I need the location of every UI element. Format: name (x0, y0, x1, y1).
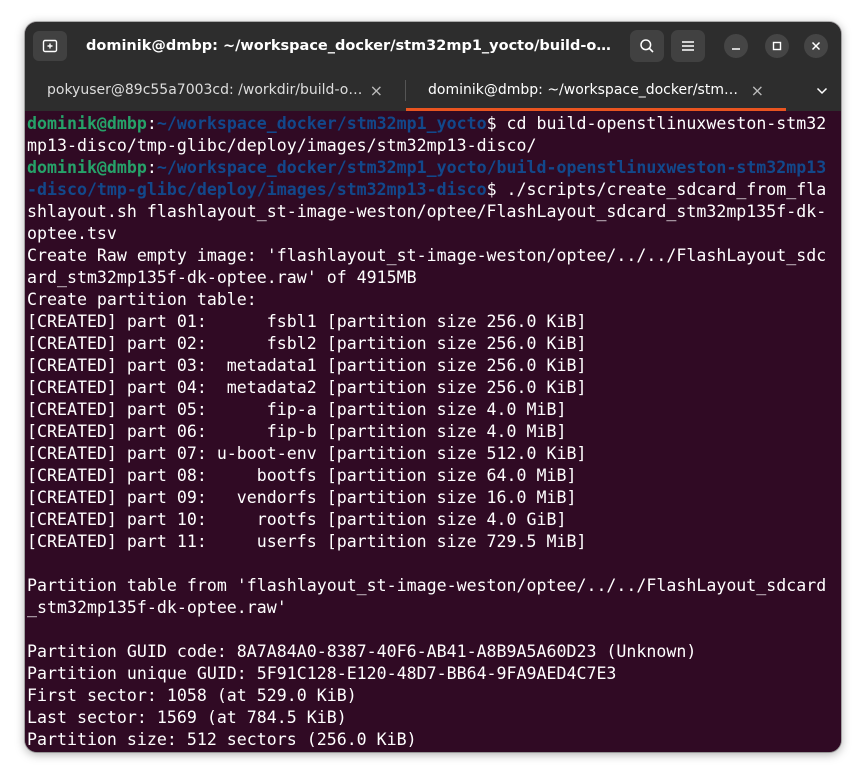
terminal-text: [CREATED] part 06: fip-b [partition size… (27, 422, 567, 441)
terminal-text: [CREATED] part 09: vendorfs [partition s… (27, 488, 577, 507)
tab-dominik[interactable]: dominik@dmbp: ~/workspace_docker/stm32mp… (406, 70, 786, 111)
window-title: dominik@dmbp: ~/workspace_docker/stm32mp… (86, 38, 616, 54)
terminal-line: Partition GUID code: 8A7A84A0-8387-40F6-… (27, 641, 841, 663)
terminal-line: Last sector: 1569 (at 784.5 KiB) (27, 707, 841, 729)
terminal-line: Create Raw empty image: 'flashlayout_st-… (27, 245, 841, 267)
terminal-line: Partition size: 512 sectors (256.0 KiB) (27, 729, 841, 751)
close-icon (811, 41, 821, 51)
terminal-text: [CREATED] part 02: fsbl2 [partition size… (27, 334, 587, 353)
terminal-text: [CREATED] part 01: fsbl1 [partition size… (27, 312, 587, 331)
terminal-text: : (146, 158, 157, 177)
terminal-text: mp13-disco/tmp-glibc/deploy/images/stm32… (27, 136, 537, 155)
terminal-window: dominik@dmbp: ~/workspace_docker/stm32mp… (25, 22, 841, 752)
terminal-line: [CREATED] part 10: rootfs [partition siz… (27, 509, 841, 531)
new-tab-button[interactable] (33, 31, 67, 61)
terminal-line: [CREATED] part 03: metadata1 [partition … (27, 355, 841, 377)
terminal-line: [CREATED] part 06: fip-b [partition size… (27, 421, 841, 443)
new-tab-icon (42, 39, 58, 53)
search-icon (640, 39, 654, 53)
terminal-text: optee.tsv (27, 224, 117, 243)
terminal-text: Last sector: 1569 (at 784.5 KiB) (27, 708, 347, 727)
terminal-line: First sector: 1058 (at 529.0 KiB) (27, 685, 841, 707)
header-bar: dominik@dmbp: ~/workspace_docker/stm32mp… (25, 22, 841, 70)
terminal-text: Partition table from 'flashlayout_st-ima… (27, 576, 827, 595)
terminal-output[interactable]: dominik@dmbp:~/workspace_docker/stm32mp1… (25, 111, 841, 752)
prompt-user: dominik@dmbp (27, 114, 147, 133)
terminal-text: $ ./scripts/create_sdcard_from_fla (486, 180, 827, 199)
prompt-path: ~/workspace_docker/stm32mp1_yocto (156, 114, 487, 133)
terminal-line: ard_stm32mp135f-dk-optee.raw' of 4915MB (27, 267, 841, 289)
terminal-line: dominik@dmbp:~/workspace_docker/stm32mp1… (27, 157, 841, 179)
terminal-line: [CREATED] part 09: vendorfs [partition s… (27, 487, 841, 509)
terminal-line: shlayout.sh flashlayout_st-image-weston/… (27, 201, 841, 223)
terminal-text: ard_stm32mp135f-dk-optee.raw' of 4915MB (27, 268, 417, 287)
terminal-line: [CREATED] part 07: u-boot-env [partition… (27, 443, 841, 465)
terminal-line: [CREATED] part 05: fip-a [partition size… (27, 399, 841, 421)
terminal-line: [CREATED] part 02: fsbl2 [partition size… (27, 333, 841, 355)
terminal-text: : (146, 114, 157, 133)
tab-close-button[interactable]: × (370, 70, 383, 111)
terminal-text: [CREATED] part 10: rootfs [partition siz… (27, 510, 567, 529)
tab-close-button[interactable]: × (751, 70, 764, 111)
tab-bar: pokyuser@89c55a7003cd: /workdir/build-op… (25, 70, 841, 111)
terminal-line: -disco/tmp-glibc/deploy/images/stm32mp13… (27, 179, 841, 201)
chevron-down-icon (816, 87, 828, 94)
terminal-text: [CREATED] part 07: u-boot-env [partition… (27, 444, 587, 463)
hamburger-menu-icon (682, 41, 694, 51)
terminal-text: [CREATED] part 05: fip-a [partition size… (27, 400, 567, 419)
tab-pokyuser[interactable]: pokyuser@89c55a7003cd: /workdir/build-op… (25, 70, 405, 111)
prompt-user: dominik@dmbp (27, 158, 147, 177)
terminal-text: Partition size: 512 sectors (256.0 KiB) (27, 730, 417, 749)
terminal-text: Create Raw empty image: 'flashlayout_st-… (27, 246, 827, 265)
terminal-text: [CREATED] part 08: bootfs [partition siz… (27, 466, 577, 485)
terminal-line: Partition table from 'flashlayout_st-ima… (27, 575, 841, 597)
tab-label: dominik@dmbp: ~/workspace_docker/stm32mp… (428, 82, 746, 98)
main-menu-button[interactable] (671, 30, 705, 62)
terminal-line: optee.tsv (27, 223, 841, 245)
terminal-text: shlayout.sh flashlayout_st-image-weston/… (27, 202, 827, 221)
terminal-line: dominik@dmbp:~/workspace_docker/stm32mp1… (27, 113, 841, 135)
terminal-text: [CREATED] part 03: metadata1 [partition … (27, 356, 587, 375)
terminal-line: [CREATED] part 04: metadata2 [partition … (27, 377, 841, 399)
prompt-path: -disco/tmp-glibc/deploy/images/stm32mp13… (27, 180, 487, 199)
minimize-button[interactable] (724, 34, 748, 58)
terminal-line: _stm32mp135f-dk-optee.raw' (27, 597, 841, 619)
tab-label: pokyuser@89c55a7003cd: /workdir/build-op… (47, 82, 365, 98)
prompt-path: ~/workspace_docker/stm32mp1_yocto/build-… (156, 158, 827, 177)
terminal-line: Create partition table: (27, 289, 841, 311)
terminal-text: [CREATED] part 04: metadata2 [partition … (27, 378, 587, 397)
search-button[interactable] (630, 30, 664, 62)
maximize-button[interactable] (765, 34, 789, 58)
terminal-line: [CREATED] part 11: userfs [partition siz… (27, 531, 841, 553)
terminal-line: Partition unique GUID: 5F91C128-E120-48D… (27, 663, 841, 685)
terminal-text: $ cd build-openstlinuxweston-stm32 (486, 114, 827, 133)
terminal-line: mp13-disco/tmp-glibc/deploy/images/stm32… (27, 135, 841, 157)
terminal-text: Partition GUID code: 8A7A84A0-8387-40F6-… (27, 642, 697, 661)
tabs-overview-button[interactable] (807, 70, 837, 111)
terminal-text: First sector: 1058 (at 529.0 KiB) (27, 686, 357, 705)
terminal-text: [CREATED] part 11: userfs [partition siz… (27, 532, 587, 551)
terminal-line: [CREATED] part 01: fsbl1 [partition size… (27, 311, 841, 333)
close-window-button[interactable] (804, 34, 828, 58)
maximize-icon (772, 41, 782, 51)
terminal-text: _stm32mp135f-dk-optee.raw' (27, 598, 287, 617)
minimize-icon (732, 48, 740, 50)
terminal-text: Partition unique GUID: 5F91C128-E120-48D… (27, 664, 617, 683)
terminal-text: Create partition table: (27, 290, 257, 309)
terminal-line: [CREATED] part 08: bootfs [partition siz… (27, 465, 841, 487)
